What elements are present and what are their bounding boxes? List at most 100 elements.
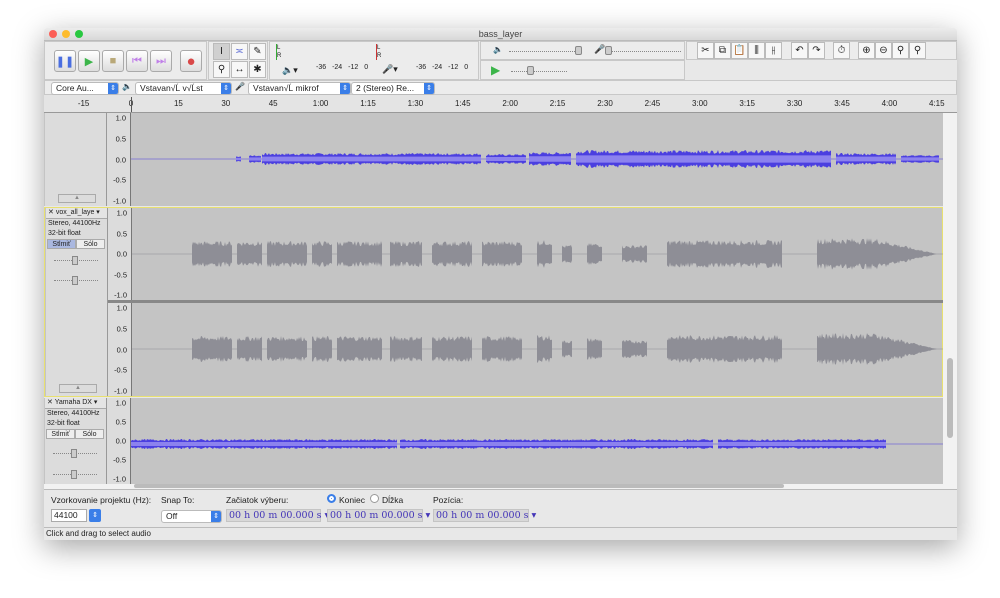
selection-start-time[interactable]: 00 h 00 m 00.000 s ▾ <box>226 509 329 522</box>
pan-slider[interactable] <box>54 276 98 285</box>
tools-toolbar: I ≍ ✎ ⚲ ↔ ✱ <box>208 41 268 80</box>
device-toolbar: Core Au... ⇕ 🔈 Vstavan√Ĺ v√Ĺst ⇕ 🎤 Vstavan… <box>44 80 957 95</box>
zoom-in-icon[interactable]: ⊕ <box>858 42 875 59</box>
solo-button[interactable]: Sólo <box>76 239 105 249</box>
tick: -36 <box>416 64 427 71</box>
input-volume-slider[interactable] <box>605 46 681 55</box>
scale-label: -1.0 <box>113 196 126 206</box>
track-control-panel: ✕ vox_all_laye ▾ Stereo, 44100Hz 32-bit … <box>46 208 108 396</box>
gain-slider[interactable] <box>54 256 98 265</box>
waveform-vox-left[interactable] <box>132 208 944 300</box>
rate-stepper[interactable]: ⇕ <box>89 509 101 522</box>
input-device-select[interactable]: Vstavan√Ĺ mikrof ⇕ <box>248 82 351 95</box>
vertical-scrollbar[interactable] <box>943 113 957 484</box>
pan-slider[interactable] <box>53 470 97 479</box>
fit-project-icon[interactable]: ⚲ <box>909 42 926 59</box>
track-name-menu[interactable]: ✕ Yamaha DX ▾ <box>45 398 106 409</box>
speaker-icon[interactable]: 🔈▾ <box>282 65 298 76</box>
project-rate-label: Vzorkovanie projektu (Hz): <box>51 495 152 505</box>
selection-end-time[interactable]: 00 h 00 m 00.000 s ▾ <box>327 509 430 522</box>
microphone-icon[interactable]: 🎤▾ <box>382 64 398 75</box>
collapse-track-button[interactable]: ▲ <box>59 384 97 393</box>
playhead[interactable] <box>131 97 132 112</box>
undo-icon[interactable]: ↶ <box>791 42 808 59</box>
track-yamaha-dx: ✕ Yamaha DX ▾ Stereo, 44100Hz 32-bit flo… <box>44 398 943 484</box>
track-info-rate: Stereo, 44100Hz <box>48 220 101 227</box>
ruler-tick-label: 2:45 <box>644 99 661 108</box>
record-meter[interactable]: LR <box>376 44 471 60</box>
envelope-tool-icon[interactable]: ≍ <box>231 43 248 60</box>
stop-button[interactable]: ■ <box>102 50 124 72</box>
skip-start-button[interactable]: ⏮ <box>126 50 148 72</box>
sync-lock-icon[interactable]: ⏱ <box>833 42 850 59</box>
timeshift-tool-icon[interactable]: ↔ <box>231 61 248 78</box>
trim-icon[interactable]: ⫼ <box>748 42 765 59</box>
zoom-out-icon[interactable]: ⊖ <box>875 42 892 59</box>
channels-select[interactable]: 2 (Stereo) Re... ⇕ <box>351 82 435 95</box>
selection-tool-icon[interactable]: I <box>213 43 230 60</box>
waveform-rms <box>400 442 713 446</box>
cut-icon[interactable]: ✂ <box>697 42 714 59</box>
waveform-segment <box>562 245 572 263</box>
meter-l-label: L <box>377 45 381 51</box>
close-track-icon[interactable]: ✕ <box>47 399 53 406</box>
waveform-yamaha[interactable] <box>131 398 943 484</box>
paste-icon[interactable]: 📋 <box>731 42 748 59</box>
snap-to-select[interactable]: Off ⇕ <box>161 510 222 523</box>
timeline-ruler[interactable]: -15 0 15 30 45 1:00 1:15 1:30 1:45 2:00 2:15 2:30 2:… <box>44 95 957 113</box>
silence-icon[interactable]: ⫲ <box>765 42 782 59</box>
output-device-select[interactable]: Vstavan√Ĺ v√Ĺst ⇕ <box>135 82 232 95</box>
microphone-icon: 🎤 <box>235 82 245 91</box>
waveform-bass[interactable] <box>131 113 943 206</box>
waveform-rms <box>131 442 397 446</box>
tick: -24 <box>332 64 343 71</box>
redo-icon[interactable]: ↷ <box>808 42 825 59</box>
waveform-segment <box>390 336 422 362</box>
zoom-tool-icon[interactable]: ⚲ <box>213 61 230 78</box>
length-radio[interactable] <box>370 494 379 503</box>
edit-toolbar: ✂ ⧉ 📋 ⫼ ⫲ ↶ ↷ ⏱ ⊕ ⊖ ⚲ ⚲ <box>686 41 957 60</box>
waveform-rms <box>576 155 831 163</box>
end-radio[interactable] <box>327 494 336 503</box>
tick: -36 <box>316 64 327 71</box>
project-rate-input[interactable]: 44100 <box>51 509 87 522</box>
close-window-button[interactable] <box>49 30 57 38</box>
ruler-tick-label: 3:15 <box>739 99 755 108</box>
output-volume-slider[interactable] <box>509 46 582 55</box>
draw-tool-icon[interactable]: ✎ <box>249 43 266 60</box>
audio-position-time[interactable]: 00 h 00 m 00.000 s ▾ <box>433 509 536 522</box>
play-button[interactable]: ▶ <box>78 50 100 72</box>
audio-host-select[interactable]: Core Au... ⇕ <box>51 82 119 95</box>
time-value: 00 h 00 m 00.000 s <box>330 510 423 521</box>
gain-slider[interactable] <box>53 449 97 458</box>
solo-button[interactable]: Sólo <box>75 429 104 439</box>
copy-icon[interactable]: ⧉ <box>714 42 731 59</box>
tick: -12 <box>348 64 359 71</box>
ruler-tick-label: 4:00 <box>881 99 898 108</box>
track-control-panel: ✕ Yamaha DX ▾ Stereo, 44100Hz 32-bit flo… <box>45 398 107 484</box>
track-name-menu[interactable]: ✕ vox_all_laye ▾ <box>46 208 107 219</box>
play-at-speed-button[interactable]: ▶ <box>491 63 500 77</box>
input-mic-icon: 🎤 <box>594 44 606 54</box>
record-button[interactable]: ● <box>180 50 202 72</box>
speed-slider[interactable] <box>511 66 567 75</box>
scale-label: 0.5 <box>116 324 127 334</box>
skip-end-button[interactable]: ⏭ <box>150 50 172 72</box>
scale-label: -0.5 <box>114 270 127 279</box>
waveform-segment <box>237 241 262 267</box>
waveform-vox-right[interactable] <box>132 303 944 396</box>
zoom-window-button[interactable] <box>75 30 83 38</box>
mute-button[interactable]: Stlmiť <box>46 429 75 439</box>
collapse-track-button[interactable]: ▲ <box>58 194 96 203</box>
mute-button[interactable]: Stlmiť <box>47 239 76 249</box>
ruler-tick-label: 30 <box>221 99 231 108</box>
multi-tool-icon[interactable]: ✱ <box>249 61 266 78</box>
project-rate-value: 44100 <box>54 510 78 520</box>
mixer-toolbar: 🔈 🎤 <box>480 41 685 60</box>
waveform-segment <box>622 340 647 358</box>
minimize-window-button[interactable] <box>62 30 70 38</box>
close-track-icon[interactable]: ✕ <box>48 209 54 216</box>
pause-button[interactable]: ❚❚ <box>54 50 76 72</box>
playback-meter[interactable]: LR <box>276 44 371 60</box>
fit-selection-icon[interactable]: ⚲ <box>892 42 909 59</box>
